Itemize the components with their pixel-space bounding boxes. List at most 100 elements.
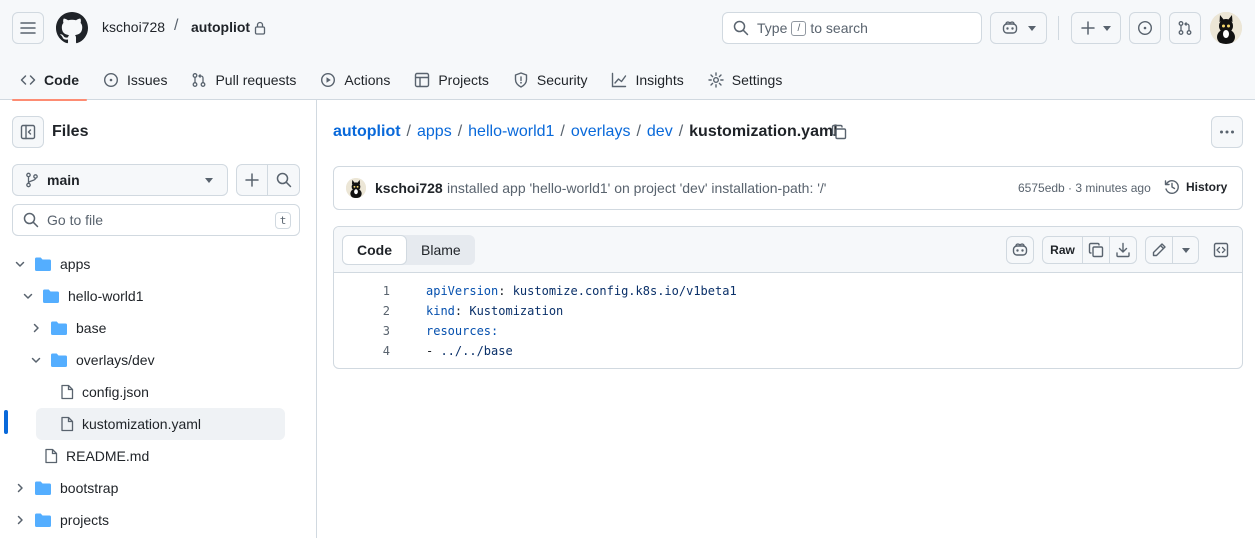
repo-link[interactable]: autopliot [191,19,250,35]
chevron-down-icon [1103,25,1111,31]
tab-pull-requests-label: Pull requests [215,72,297,88]
download-button[interactable] [1110,237,1136,263]
tree-item-readme[interactable]: README.md [20,440,292,472]
plus-icon [1081,21,1095,35]
yaml-separator: : [498,284,513,298]
breadcrumb-apps-link[interactable]: apps [417,123,452,141]
edit-button-group [1145,236,1199,264]
tree-item-bootstrap[interactable]: bootstrap [12,472,292,504]
kebab-horizontal-icon [1220,130,1234,134]
breadcrumb-separator: / [406,123,411,140]
tab-code[interactable]: Code [12,60,87,101]
line-number[interactable]: 2 [334,304,390,318]
tab-projects[interactable]: Projects [406,60,497,100]
code-line: 1 apiVersion: kustomize.config.k8s.io/v1… [334,281,1242,301]
tab-code-label: Code [44,72,79,88]
more-options-button[interactable] [1211,116,1243,148]
breadcrumb-dev-link[interactable]: dev [647,123,673,141]
tab-issues[interactable]: Issues [95,60,175,100]
breadcrumb-current-file: kustomization.yaml [689,123,838,140]
edit-options-dropdown[interactable] [1173,237,1198,263]
tab-settings[interactable]: Settings [700,60,791,100]
view-mode-toggle: Code Blame [342,235,475,265]
chevron-right-icon [17,483,23,493]
owner-link[interactable]: kschoi728 [102,19,165,35]
raw-button[interactable]: Raw [1043,237,1083,263]
collapse-sidebar-button[interactable] [12,116,44,148]
tab-security[interactable]: Security [505,60,596,100]
tree-item-apps[interactable]: apps [12,248,292,280]
search-icon [733,20,749,36]
branch-selector[interactable]: main [12,164,228,196]
play-icon [321,72,336,88]
tree-item-projects[interactable]: projects [12,504,292,536]
tab-insights-label: Insights [635,72,684,88]
breadcrumb-hello-world1-link[interactable]: hello-world1 [468,123,554,141]
chevron-down-icon [15,261,25,267]
table-icon [415,72,430,88]
edit-file-button[interactable] [1146,237,1173,263]
issue-opened-icon [103,72,119,88]
search-input[interactable]: Type / to search [722,12,982,44]
chevron-right-icon [17,515,23,525]
yaml-key: resources [426,324,492,338]
lock-icon [254,21,266,35]
create-new-button[interactable] [1071,12,1121,44]
chevron-down-icon [23,293,33,299]
commit-author-avatar[interactable] [346,178,366,198]
copilot-chat-button[interactable] [1006,236,1034,264]
go-to-file-shortcut: t [275,212,291,229]
search-code-button[interactable] [268,165,299,195]
tree-item-config-json[interactable]: config.json [36,376,292,408]
tree-item-base[interactable]: base [28,312,292,344]
yaml-value: Kustomization [469,304,564,318]
download-icon [1116,242,1130,258]
tree-item-hello-world1[interactable]: hello-world1 [20,280,292,312]
files-heading: Files [52,123,89,140]
tab-insights[interactable]: Insights [603,60,691,100]
menu-button[interactable] [12,12,44,44]
copy-icon [1088,242,1104,258]
tree-item-kustomization-yaml[interactable]: kustomization.yaml [36,408,285,440]
commit-sha-time[interactable]: 6575edb · 3 minutes ago [1018,181,1151,195]
chevron-down-icon [1027,25,1036,31]
go-to-file-input[interactable]: Go to file t [12,204,300,236]
search-icon [23,212,39,228]
tab-pull-requests[interactable]: Pull requests [183,60,304,100]
tree-item-label: apps [60,256,91,272]
yaml-key: kind [426,304,455,318]
copy-path-button[interactable] [831,124,847,140]
tab-security-label: Security [536,72,588,88]
file-icon [61,416,74,432]
code-view-tab[interactable]: Code [342,235,407,265]
chevron-down-icon [31,357,41,363]
pull-requests-button[interactable] [1169,12,1201,44]
line-number[interactable]: 3 [334,324,390,338]
copy-raw-button[interactable] [1083,237,1110,263]
breadcrumb-overlays-link[interactable]: overlays [571,123,631,141]
line-number[interactable]: 4 [334,344,390,358]
line-number[interactable]: 1 [334,284,390,298]
user-avatar[interactable] [1210,12,1242,44]
copilot-button[interactable] [990,12,1047,44]
selected-indicator [4,410,8,434]
code-line: 4 - ../../base [334,341,1242,361]
commit-message[interactable]: installed app 'hello-world1' on project … [447,180,826,196]
folder-icon [43,289,59,303]
history-button[interactable]: History [1164,179,1227,195]
issues-button[interactable] [1129,12,1161,44]
latest-commit-bar: kschoi728 installed app 'hello-world1' o… [333,166,1243,210]
add-file-button[interactable] [237,165,269,195]
global-header: kschoi728 / autopliot Type / to search C… [0,0,1255,101]
commit-author[interactable]: kschoi728 [375,180,443,196]
file-icon [61,384,74,400]
sidebar-actions [236,164,300,196]
tree-item-overlays-dev[interactable]: overlays/dev [28,344,292,376]
tab-actions[interactable]: Actions [312,60,398,100]
folder-icon [51,321,67,335]
github-logo-icon[interactable] [56,12,88,44]
breadcrumb-repo-link[interactable]: autopliot [333,123,401,141]
code-content: 1 apiVersion: kustomize.config.k8s.io/v1… [334,281,1242,361]
blame-view-tab[interactable]: Blame [407,235,475,265]
symbols-panel-button[interactable] [1207,236,1235,264]
